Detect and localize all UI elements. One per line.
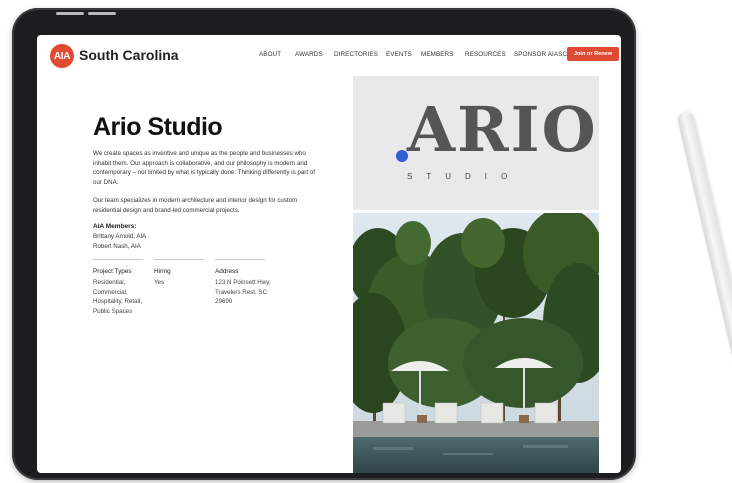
hiring-label: Hiring bbox=[154, 268, 171, 275]
pool-scene-illustration bbox=[353, 213, 599, 473]
members-heading: AIA Members: bbox=[93, 223, 137, 230]
logo-wordmark: ARIO bbox=[407, 93, 598, 166]
member-name: Robert Nash, AIA bbox=[93, 243, 141, 250]
stylus-pencil bbox=[676, 110, 732, 465]
member-name: Brittany Arnold, AIA bbox=[93, 233, 147, 240]
column-divider bbox=[154, 259, 204, 260]
address-value: 123 N Poinsett Hwy, Travelers Rest, SC 2… bbox=[215, 279, 271, 306]
column-divider bbox=[93, 259, 143, 260]
nav-about[interactable]: ABOUT bbox=[259, 51, 281, 58]
nav-awards[interactable]: AWARDS bbox=[295, 51, 323, 58]
nav-directories[interactable]: DIRECTORIES bbox=[334, 51, 378, 58]
description-paragraph: Our team specializes in modern architect… bbox=[93, 197, 298, 214]
studio-logo-image: ARIO STUDIO bbox=[353, 76, 599, 210]
tablet-frame: AIA South Carolina ABOUT AWARDS DIRECTOR… bbox=[12, 8, 636, 480]
site-logo-text[interactable]: South Carolina bbox=[79, 47, 179, 63]
join-or-renew-button[interactable]: Join or Renew bbox=[567, 47, 619, 61]
page-title: Ario Studio bbox=[93, 113, 223, 141]
nav-sponsor[interactable]: SPONSOR AIASC bbox=[514, 51, 567, 58]
nav-resources[interactable]: RESOURCES bbox=[465, 51, 506, 58]
tablet-button bbox=[88, 12, 116, 15]
description-paragraph: We create spaces as inventive and unique… bbox=[93, 150, 315, 186]
logo-subtitle: STUDIO bbox=[407, 172, 522, 181]
project-types-label: Project Types bbox=[93, 268, 132, 275]
address-label: Address bbox=[215, 268, 239, 275]
pool-photo bbox=[353, 213, 599, 473]
nav-members[interactable]: MEMBERS bbox=[421, 51, 454, 58]
tablet-button bbox=[56, 12, 84, 15]
tablet-screen: AIA South Carolina ABOUT AWARDS DIRECTOR… bbox=[37, 35, 621, 473]
hiring-value: Yes bbox=[154, 279, 165, 286]
column-divider bbox=[215, 259, 265, 260]
aia-logo-badge[interactable]: AIA bbox=[50, 44, 74, 68]
project-types-value: Residential, Commercial, Hospitality, Re… bbox=[93, 279, 143, 315]
nav-events[interactable]: EVENTS bbox=[386, 51, 412, 58]
site-header: AIA South Carolina ABOUT AWARDS DIRECTOR… bbox=[37, 35, 621, 73]
